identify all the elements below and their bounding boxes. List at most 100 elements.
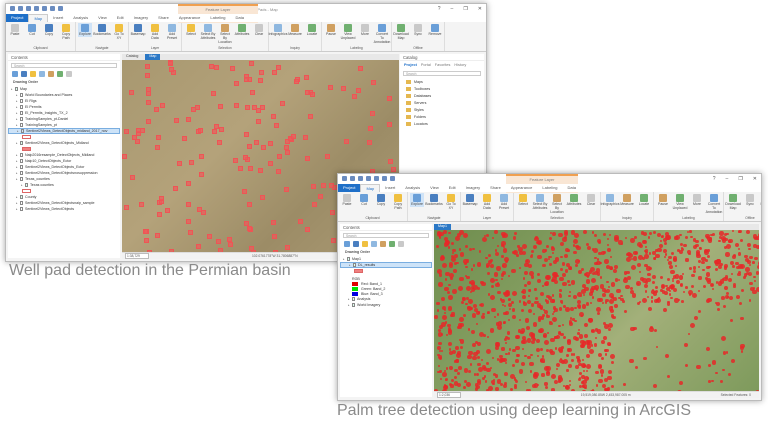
bookmarks-button[interactable]: Bookmarks: [93, 23, 111, 37]
tab-project[interactable]: Project: [338, 184, 361, 192]
expand-arrow-icon[interactable]: ▸: [16, 177, 18, 181]
catalog-item-toolboxes[interactable]: Toolboxes: [400, 85, 484, 92]
download-map-button[interactable]: Download Map: [725, 193, 741, 211]
remove-button[interactable]: Remove: [760, 193, 761, 207]
select-by-attributes-button[interactable]: Select By Attributes: [201, 23, 215, 41]
cut-button[interactable]: Cut: [25, 23, 39, 37]
layer-visibility-checkbox[interactable]: [351, 303, 356, 307]
layer-visibility-checkbox[interactable]: [19, 117, 24, 121]
expand-arrow-icon[interactable]: ▸: [16, 105, 18, 109]
tab-edit[interactable]: Edit: [444, 184, 461, 192]
layer-visibility-checkbox[interactable]: [19, 159, 24, 163]
layer-item[interactable]: ▸ Sentinel2Views_DetectObjects: [8, 206, 120, 212]
list-by-source-icon[interactable]: [353, 241, 359, 247]
view-unplaced-button[interactable]: View Unplaced: [341, 23, 355, 41]
sync-button[interactable]: Sync: [411, 23, 425, 37]
list-by-drawing-order-icon[interactable]: [344, 241, 350, 247]
expand-arrow-icon[interactable]: ▸: [16, 123, 18, 127]
tab-labeling[interactable]: Labeling: [205, 14, 230, 22]
basemap-button[interactable]: Basemap: [131, 23, 145, 37]
tab-map[interactable]: Map: [360, 184, 381, 192]
expand-arrow-icon[interactable]: ▸: [16, 171, 18, 175]
clear-button[interactable]: Clear: [584, 193, 598, 207]
layer-visibility-checkbox[interactable]: [19, 105, 24, 109]
tab-imagery[interactable]: Imagery: [461, 184, 485, 192]
layer-visibility-checkbox[interactable]: [352, 263, 357, 267]
expand-arrow-icon[interactable]: ▸: [16, 111, 18, 115]
list-by-labeling-icon[interactable]: [57, 71, 63, 77]
tab-view[interactable]: View: [93, 14, 112, 22]
minimize-button[interactable]: –: [451, 6, 454, 12]
restore-button[interactable]: ❐: [463, 6, 467, 12]
cut-button[interactable]: Cut: [357, 193, 371, 207]
select-by-attributes-button[interactable]: Select By Attributes: [533, 193, 547, 211]
layer-visibility-checkbox[interactable]: [19, 141, 24, 145]
tab-appearance[interactable]: Appearance: [174, 14, 206, 22]
list-by-selection-icon[interactable]: [362, 241, 368, 247]
layer-item[interactable]: ▸ DL_results: [340, 262, 432, 268]
layer-item[interactable]: ▸ Sentinel2Views_DetectObjects_Midland: [8, 140, 120, 146]
pause-button[interactable]: Pause: [656, 193, 670, 207]
expand-arrow-icon[interactable]: ▸: [16, 99, 18, 103]
selected-features-count[interactable]: Selected Features: 0: [721, 393, 751, 397]
list-by-editing-icon[interactable]: [371, 241, 377, 247]
list-by-editing-icon[interactable]: [39, 71, 45, 77]
pause-button[interactable]: Pause: [324, 23, 338, 37]
download-map-button[interactable]: Download Map: [393, 23, 409, 41]
expand-arrow-icon[interactable]: ▸: [16, 165, 18, 169]
paste-button[interactable]: Paste: [8, 23, 22, 37]
tab-analysis[interactable]: Analysis: [68, 14, 93, 22]
layer-visibility-checkbox[interactable]: [19, 207, 24, 211]
list-by-charts-icon[interactable]: [398, 241, 404, 247]
catalog-item-styles[interactable]: Styles: [400, 106, 484, 113]
copy-button[interactable]: Copy: [42, 23, 56, 37]
layer-item[interactable]: ▸ Sentinel2Views_DetectObjects_midland_20…: [8, 128, 120, 134]
catalog-tab-project[interactable]: Project: [404, 63, 417, 67]
catalog-item-locators[interactable]: Locators: [400, 120, 484, 127]
tab-imagery[interactable]: Imagery: [129, 14, 153, 22]
tab-insert[interactable]: Insert: [380, 184, 400, 192]
select-button[interactable]: Select: [516, 193, 530, 207]
attributes-button[interactable]: Attributes: [235, 23, 249, 37]
expand-arrow-icon[interactable]: ▸: [349, 263, 351, 267]
copy-path-button[interactable]: Copy Path: [59, 23, 73, 41]
tab-data[interactable]: Data: [231, 14, 249, 22]
add-preset-button[interactable]: Add Preset: [497, 193, 511, 211]
explore-button[interactable]: Explore: [78, 23, 92, 37]
infographics-button[interactable]: Infographics: [600, 193, 620, 207]
map-scale-dropdown[interactable]: 1:2,036: [437, 392, 461, 398]
expand-arrow-icon[interactable]: ▸: [16, 93, 18, 97]
layer-visibility-checkbox[interactable]: [19, 111, 24, 115]
tab-insert[interactable]: Insert: [48, 14, 68, 22]
clear-button[interactable]: Clear: [252, 23, 266, 37]
list-by-drawing-order-icon[interactable]: [12, 71, 18, 77]
expand-arrow-icon[interactable]: ▸: [348, 303, 350, 307]
select-by-location-button[interactable]: Select By Location: [550, 193, 564, 215]
layer-visibility-checkbox[interactable]: [24, 183, 29, 187]
measure-button[interactable]: Measure: [620, 193, 634, 207]
tab-edit[interactable]: Edit: [112, 14, 129, 22]
layer-visibility-checkbox[interactable]: [19, 123, 24, 127]
expand-arrow-icon[interactable]: ▸: [16, 207, 18, 211]
layer-visibility-checkbox[interactable]: [19, 153, 24, 157]
map-scale-dropdown[interactable]: 1:38,729: [125, 253, 149, 259]
copy-path-button[interactable]: Copy Path: [391, 193, 405, 211]
measure-button[interactable]: Measure: [288, 23, 302, 37]
tab-appearance[interactable]: Appearance: [506, 184, 538, 192]
add-preset-button[interactable]: Add Preset: [165, 23, 179, 41]
tab-share[interactable]: Share: [485, 184, 506, 192]
catalog-item-folders[interactable]: Folders: [400, 113, 484, 120]
expand-arrow-icon[interactable]: ▸: [343, 257, 345, 261]
go-to-xy-button[interactable]: Go To XY: [444, 193, 458, 211]
view-unplaced-button[interactable]: View Unplaced: [673, 193, 687, 211]
explore-button[interactable]: Explore: [410, 193, 424, 207]
layer-item[interactable]: ▸ Texas counties: [8, 182, 120, 188]
convert-to-annotation-button[interactable]: Convert To Annotation: [706, 193, 722, 215]
catalog-tab-history[interactable]: History: [454, 63, 466, 67]
locate-button[interactable]: Locate: [637, 193, 651, 207]
expand-arrow-icon[interactable]: ▸: [17, 129, 19, 133]
layer-visibility-checkbox[interactable]: [351, 297, 356, 301]
minimize-button[interactable]: –: [726, 176, 729, 182]
tab-share[interactable]: Share: [153, 14, 174, 22]
map-view[interactable]: [434, 230, 759, 391]
